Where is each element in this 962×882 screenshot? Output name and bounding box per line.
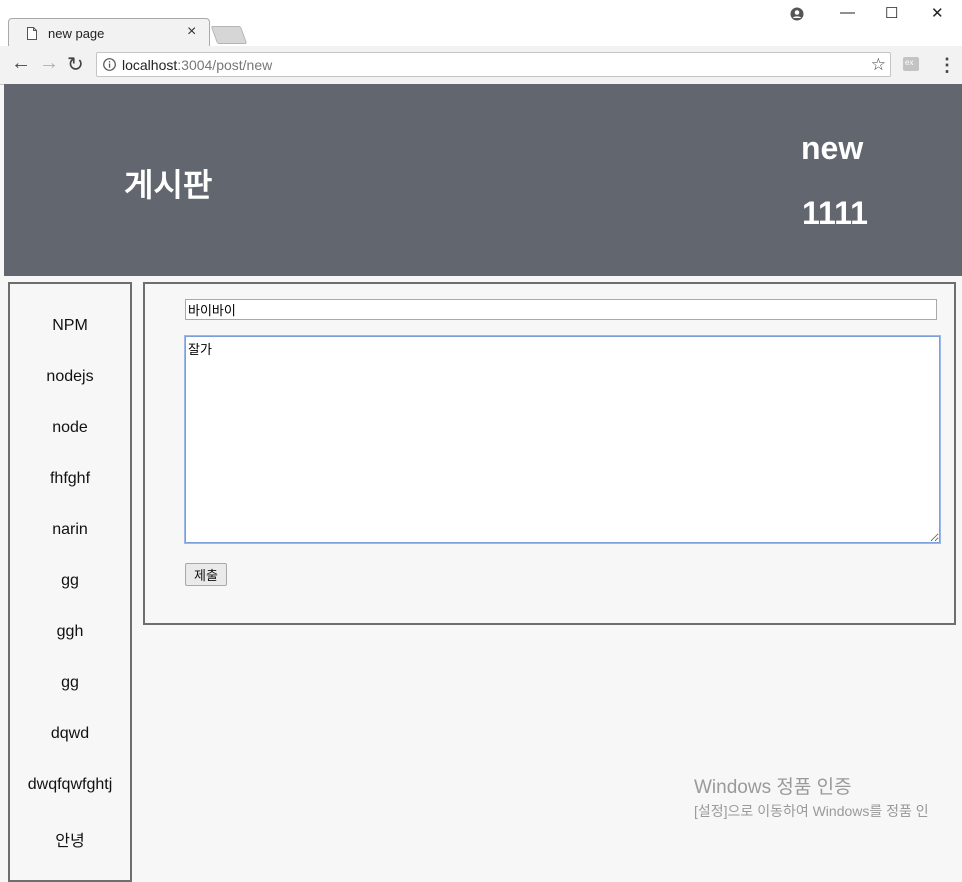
browser-toolbar: ← → ↻ localhost:3004/post/new ☆ ex ⋮ xyxy=(0,46,962,85)
site-header: 게시판 new 1111 xyxy=(4,84,962,276)
new-tab-button[interactable] xyxy=(210,26,248,44)
new-post-form: 잘가 제출 xyxy=(143,282,956,625)
back-icon[interactable]: ← xyxy=(11,52,31,75)
windows-activation-watermark: Windows 정품 인증 [설정]으로 이동하여 Windows를 정품 인 xyxy=(694,772,929,821)
tab-strip: new page × — ☐ ✕ xyxy=(0,0,962,47)
tab-title: new page xyxy=(48,26,105,41)
browser-chrome: new page × — ☐ ✕ ← → ↻ localhost:3004/po… xyxy=(0,0,962,85)
sidebar-item[interactable]: narin xyxy=(10,521,130,539)
browser-tab[interactable]: new page × xyxy=(8,18,210,47)
browser-menu-icon[interactable]: ⋮ xyxy=(938,55,956,76)
info-icon[interactable] xyxy=(103,58,116,71)
post-title-input[interactable] xyxy=(185,299,937,320)
watermark-title: Windows 정품 인증 xyxy=(694,777,852,798)
sidebar-item[interactable]: gg xyxy=(10,674,130,692)
user-name: new xyxy=(801,130,864,166)
watermark-subtitle: [설정]으로 이동하여 Windows를 정품 인 xyxy=(694,803,929,819)
profile-icon[interactable] xyxy=(790,7,804,21)
forward-icon[interactable]: → xyxy=(39,52,59,75)
sidebar-item[interactable]: fhfghf xyxy=(10,470,130,488)
address-bar[interactable]: localhost:3004/post/new ☆ xyxy=(96,52,891,77)
close-window-icon[interactable]: ✕ xyxy=(931,4,944,22)
minimize-icon[interactable]: — xyxy=(840,4,855,21)
url-text[interactable]: localhost:3004/post/new xyxy=(122,57,272,73)
post-body-textarea[interactable]: 잘가 xyxy=(184,335,941,544)
bookmark-star-icon[interactable]: ☆ xyxy=(871,55,886,75)
post-list-sidebar: NPM nodejs node fhfghf narin gg ggh gg d… xyxy=(8,282,132,882)
sidebar-item[interactable]: NPM xyxy=(10,317,130,335)
submit-button[interactable]: 제출 xyxy=(185,563,227,586)
extension-icon[interactable]: ex xyxy=(903,57,919,71)
user-id: 1111 xyxy=(802,195,868,231)
sidebar-item[interactable]: gg xyxy=(10,572,130,590)
sidebar-item[interactable]: 안녕 xyxy=(10,827,130,851)
sidebar-item[interactable]: ggh xyxy=(10,623,130,641)
page: 게시판 new 1111 NPM nodejs node fhfghf nari… xyxy=(4,84,962,882)
tab-close-icon[interactable]: × xyxy=(187,23,196,41)
url-path: :3004/post/new xyxy=(177,57,273,73)
sidebar-item[interactable]: node xyxy=(10,419,130,437)
site-title[interactable]: 게시판 xyxy=(124,160,212,206)
reload-icon[interactable]: ↻ xyxy=(67,52,84,77)
maximize-icon[interactable]: ☐ xyxy=(885,4,898,22)
sidebar-item[interactable]: dwqfqwfghtj xyxy=(10,776,130,794)
page-icon xyxy=(27,27,37,40)
sidebar-item[interactable]: dqwd xyxy=(10,725,130,743)
extension-label: ex xyxy=(905,58,914,67)
url-host: localhost xyxy=(122,57,178,73)
sidebar-item[interactable]: nodejs xyxy=(10,368,130,386)
